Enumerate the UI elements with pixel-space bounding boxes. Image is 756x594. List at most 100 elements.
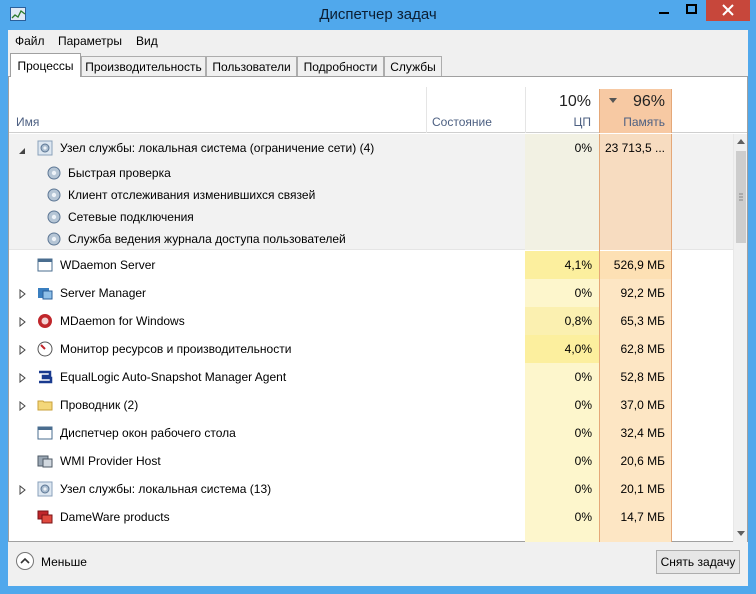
column-memory[interactable]: Память — [623, 115, 665, 129]
memory-cell: 20,6 МБ — [599, 447, 672, 475]
close-button[interactable] — [706, 0, 750, 21]
process-name: Диспетчер окон рабочего стола — [60, 426, 236, 440]
table-row[interactable]: EqualLogic Auto-Snapshot Manager Agent 0… — [9, 363, 733, 391]
service-name: Быстрая проверка — [68, 166, 171, 180]
memory-cell: 14,7 МБ — [599, 503, 672, 531]
gear-icon — [46, 209, 62, 225]
tab-details[interactable]: Подробности — [297, 56, 384, 76]
column-status[interactable]: Состояние — [432, 115, 492, 129]
menu-options[interactable]: Параметры — [58, 34, 122, 48]
memory-cell: 20,1 МБ — [599, 475, 672, 503]
cpu-cell: 0,8% — [525, 307, 599, 335]
table-row[interactable]: Узел службы: локальная система (ограниче… — [9, 134, 733, 162]
cpu-cell: 0% — [525, 475, 599, 503]
memory-value: 14,7 МБ — [620, 510, 665, 524]
menu-file[interactable]: Файл — [15, 34, 45, 48]
cpu-value: 0% — [574, 398, 592, 412]
expand-arrow-icon[interactable] — [19, 372, 29, 384]
memory-value: 52,8 МБ — [620, 370, 665, 384]
client-area: Файл Параметры Вид Процессы Производител… — [8, 30, 748, 586]
gear-icon — [46, 187, 62, 203]
end-task-button[interactable]: Снять задачу — [656, 550, 740, 574]
scrollbar-thumb[interactable] — [736, 151, 746, 243]
cpu-cell: 0% — [525, 279, 599, 307]
memory-cell: 32,4 МБ — [599, 419, 672, 447]
table-row[interactable]: WDaemon Server 4,1% 526,9 МБ — [9, 251, 733, 279]
process-name: Проводник (2) — [60, 398, 139, 412]
memory-cell: 62,8 МБ — [599, 335, 672, 363]
expand-arrow-icon[interactable] — [19, 288, 29, 300]
process-name: WDaemon Server — [60, 258, 156, 272]
table-row[interactable]: Узел службы: локальная система (13) 0% 2… — [9, 475, 733, 503]
tab-processes[interactable]: Процессы — [10, 53, 81, 77]
column-divider — [525, 87, 526, 133]
minimize-button[interactable] — [650, 0, 678, 21]
cpu-total: 10% — [558, 93, 591, 110]
cpu-cell — [525, 531, 599, 542]
process-name: Server Manager — [60, 286, 147, 300]
column-name[interactable]: Имя — [16, 115, 39, 129]
menu-view[interactable]: Вид — [136, 34, 158, 48]
tab-strip: Процессы Производительность Пользователи… — [8, 53, 748, 77]
scroll-down-button[interactable] — [734, 526, 748, 541]
memory-value: 526,9 МБ — [613, 258, 665, 272]
memory-column-border — [599, 134, 600, 542]
memory-value: 23 713,5 ... — [604, 141, 665, 155]
memory-value: 65,3 МБ — [620, 314, 665, 328]
memory-cell — [599, 162, 672, 184]
cpu-cell — [525, 184, 599, 206]
tab-services[interactable]: Службы — [384, 56, 442, 76]
cpu-cell: 4,0% — [525, 335, 599, 363]
list-item[interactable]: Клиент отслеживания изменившихся связей — [9, 184, 733, 206]
process-list: Узел службы: локальная система (ограниче… — [9, 134, 733, 542]
cpu-value: 0% — [574, 454, 592, 468]
service-name: Служба ведения журнала доступа пользоват… — [68, 232, 346, 246]
table-row[interactable]: Диспетчер окон рабочего стола 0% 32,4 МБ — [9, 419, 733, 447]
memory-value: 37,0 МБ — [620, 398, 665, 412]
list-item[interactable]: Сетевые подключения — [9, 206, 733, 228]
gear-icon — [37, 140, 53, 156]
memory-cell: 37,0 МБ — [599, 391, 672, 419]
memory-value: 20,6 МБ — [620, 454, 665, 468]
monitor-gauge-icon — [37, 341, 53, 357]
memory-cell — [599, 184, 672, 206]
table-row[interactable]: Проводник (2) 0% 37,0 МБ — [9, 391, 733, 419]
memory-cell — [599, 206, 672, 228]
table-row[interactable]: Монитор ресурсов и производительности 4,… — [9, 335, 733, 363]
vertical-scrollbar[interactable] — [733, 134, 747, 542]
expand-arrow-icon[interactable] — [19, 316, 29, 328]
list-item[interactable]: Быстрая проверка — [9, 162, 733, 184]
maximize-button[interactable] — [678, 0, 705, 21]
list-item[interactable]: Служба ведения журнала доступа пользоват… — [9, 228, 733, 250]
cpu-value: 4,1% — [564, 258, 592, 272]
expand-arrow-icon[interactable] — [19, 344, 29, 356]
title-bar[interactable]: Диспетчер задач — [0, 0, 756, 30]
table-row[interactable]: WMI Provider Host 0% 20,6 МБ — [9, 447, 733, 475]
service-name: Клиент отслеживания изменившихся связей — [68, 188, 316, 202]
process-name: Монитор ресурсов и производительности — [60, 342, 292, 356]
memory-total: 96% — [632, 93, 665, 110]
chevron-up-icon[interactable] — [16, 552, 34, 570]
table-row[interactable]: Server Manager 0% 92,2 МБ — [9, 279, 733, 307]
scroll-up-button[interactable] — [734, 134, 748, 149]
process-name: MDaemon for Windows — [60, 314, 185, 328]
table-row[interactable]: MDaemon for Windows 0,8% 65,3 МБ — [9, 307, 733, 335]
memory-cell: 23 713,5 ... — [599, 134, 672, 162]
server-manager-icon — [37, 285, 53, 301]
window-title: Диспетчер задач — [319, 6, 437, 23]
expanded-arrow-icon[interactable] — [18, 144, 28, 154]
expand-arrow-icon[interactable] — [19, 484, 29, 496]
cpu-cell: 0% — [525, 503, 599, 531]
gear-icon — [37, 481, 53, 497]
cpu-cell: 0% — [525, 363, 599, 391]
footer: Меньше Снять задачу — [8, 544, 748, 586]
tab-users[interactable]: Пользователи — [206, 56, 297, 76]
cpu-cell — [525, 228, 599, 250]
table-row[interactable]: DameWare products 0% 14,7 МБ — [9, 503, 733, 531]
fewer-details-link[interactable]: Меньше — [41, 555, 87, 569]
task-manager-window: Диспетчер задач Файл Параметры Вид Проце… — [0, 0, 756, 594]
cpu-value: 4,0% — [564, 342, 592, 356]
tab-performance[interactable]: Производительность — [81, 56, 206, 76]
expand-arrow-icon[interactable] — [19, 400, 29, 412]
column-cpu[interactable]: ЦП — [573, 115, 591, 129]
